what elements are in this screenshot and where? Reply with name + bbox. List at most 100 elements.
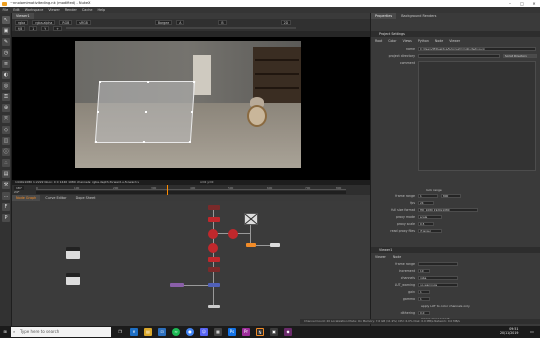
read-proxy-select[interactable]: if larger xyxy=(418,229,442,233)
maximize-button[interactable]: □ xyxy=(516,0,528,7)
discord-icon[interactable]: ☺ xyxy=(200,328,208,336)
frame-range-start[interactable]: 1 xyxy=(418,194,438,198)
script-directory-button[interactable]: Script Directory xyxy=(503,54,537,58)
views-nodes-icon[interactable]: ◫ xyxy=(2,137,10,145)
plugins-icon[interactable]: P xyxy=(2,214,10,222)
input-a-label[interactable]: A xyxy=(176,19,185,25)
timeline-track[interactable] xyxy=(36,191,346,194)
clock[interactable]: 09:51 20/11/2019 xyxy=(500,327,518,335)
proxy-mode-select[interactable]: scale xyxy=(418,215,442,219)
node-d[interactable] xyxy=(208,267,220,272)
input-b-label[interactable]: B xyxy=(218,19,227,25)
subtab-python[interactable]: Python xyxy=(418,39,429,43)
toolsets-icon[interactable]: ⚒ xyxy=(2,181,10,189)
file-explorer-icon[interactable]: ▤ xyxy=(144,328,152,336)
control-point[interactable] xyxy=(142,141,145,143)
tab-properties[interactable]: Properties xyxy=(371,13,397,19)
timeline-ruler[interactable]: 0 100 200 300 400 500 600 700 800 xyxy=(36,186,346,190)
control-point[interactable] xyxy=(144,111,148,113)
control-point[interactable] xyxy=(188,141,191,143)
viewer-prop-field[interactable] xyxy=(418,262,458,266)
control-point[interactable] xyxy=(96,111,100,113)
project-settings-header[interactable]: Project Settings xyxy=(371,31,540,37)
node-graph-panel[interactable]: Node Graph Curve Editor Dope Sheet xyxy=(12,195,370,326)
input-a-select[interactable]: Bargee xyxy=(154,19,173,25)
edge-icon[interactable]: e xyxy=(130,328,138,336)
filter-nodes-icon[interactable]: ◎ xyxy=(2,82,10,90)
node-a[interactable] xyxy=(208,205,220,210)
display-mode-select[interactable]: RGB xyxy=(59,19,73,25)
furnace-nodes-icon[interactable]: F xyxy=(2,203,10,211)
node-purple[interactable] xyxy=(170,283,184,287)
node-b[interactable] xyxy=(208,217,220,222)
merge-node[interactable] xyxy=(208,243,218,253)
tab-node-graph[interactable]: Node Graph xyxy=(12,195,41,201)
subtab-node[interactable]: Node xyxy=(435,39,443,43)
premiere-icon[interactable]: Pr xyxy=(242,328,250,336)
control-point[interactable] xyxy=(99,81,102,83)
subtab-viewer-props[interactable]: Viewer xyxy=(375,255,386,259)
viewer-canvas[interactable] xyxy=(12,37,370,180)
subtab-root[interactable]: Root xyxy=(375,39,382,43)
viewer-prop-checkbox[interactable]: apply LUT to color channels only xyxy=(421,303,539,309)
3d-nodes-icon[interactable]: ◇ xyxy=(2,126,10,134)
viewer-prop-field[interactable]: 0.0 xyxy=(418,311,430,315)
channel-nodes-icon[interactable]: ≡ xyxy=(2,60,10,68)
proxy-scale-field[interactable]: 0.5 xyxy=(418,222,434,226)
zoom-button[interactable]: + xyxy=(53,25,62,31)
control-point[interactable] xyxy=(193,81,196,83)
app-icon[interactable]: ◆ xyxy=(284,328,292,336)
spotify-icon[interactable]: ≈ xyxy=(172,328,180,336)
viewer-prop-field[interactable]: 1 xyxy=(418,297,430,301)
tab-curve-editor[interactable]: Curve Editor xyxy=(41,195,70,201)
viewer-prop-field[interactable]: no warnings xyxy=(418,283,458,287)
color-nodes-icon[interactable]: ◐ xyxy=(2,71,10,79)
keyer-nodes-icon[interactable]: ⚿ xyxy=(2,93,10,101)
metadata-nodes-icon[interactable]: ⓘ xyxy=(2,148,10,156)
task-view-icon[interactable]: ❐ xyxy=(116,328,124,336)
pointer-tool-icon[interactable]: ↖ xyxy=(2,16,10,24)
write-node[interactable] xyxy=(208,305,220,308)
other-nodes-icon[interactable]: … xyxy=(2,192,10,200)
control-point[interactable] xyxy=(94,141,97,143)
scene-node[interactable] xyxy=(246,243,256,247)
merge-nodes-icon[interactable]: ⊕ xyxy=(2,104,10,112)
subtab-views[interactable]: Views xyxy=(403,39,412,43)
viewer-prop-field[interactable]: 10 xyxy=(418,269,430,273)
notifications-icon[interactable]: ▭ xyxy=(528,328,536,336)
timeline[interactable]: 187 24* 0 100 200 300 400 500 600 700 80… xyxy=(12,185,370,195)
store-icon[interactable]: ⊡ xyxy=(158,328,166,336)
chrome-icon[interactable]: ● xyxy=(186,328,194,336)
subtab-color[interactable]: Color xyxy=(388,39,396,43)
tab-background-renders[interactable]: Background Renders xyxy=(397,13,440,19)
app-icon[interactable]: ▣ xyxy=(270,328,278,336)
view-mode-select[interactable]: 2D xyxy=(280,19,292,25)
node-c[interactable] xyxy=(208,257,220,262)
roto-card-overlay[interactable] xyxy=(94,81,196,143)
gain-slider[interactable] xyxy=(65,27,296,29)
transform-nodes-icon[interactable]: ⤧ xyxy=(2,115,10,123)
minimize-button[interactable]: – xyxy=(504,0,516,7)
subtab-viewer[interactable]: Viewer xyxy=(449,39,460,43)
taskbar-search[interactable]: ⌕ Type here to search xyxy=(11,327,111,337)
windows-start-icon[interactable]: ⊞ xyxy=(1,328,9,336)
image-nodes-icon[interactable]: ▣ xyxy=(2,27,10,35)
gamma-toggle[interactable]: Y xyxy=(41,25,50,31)
merge-node[interactable] xyxy=(208,229,218,239)
deep-nodes-icon[interactable]: ▤ xyxy=(2,170,10,178)
control-point[interactable] xyxy=(190,111,194,113)
time-nodes-icon[interactable]: ◷ xyxy=(2,49,10,57)
playhead-marker[interactable] xyxy=(167,185,168,195)
read-node[interactable] xyxy=(66,273,80,285)
viewer-prop-field[interactable]: rgba xyxy=(418,276,458,280)
alpha-channel-select[interactable]: rgba.alpha xyxy=(32,19,56,25)
read-node[interactable] xyxy=(66,247,80,259)
draw-nodes-icon[interactable]: ✎ xyxy=(2,38,10,46)
close-button[interactable]: ✕ xyxy=(528,0,540,7)
viewer-prop-field[interactable]: 1 xyxy=(418,290,430,294)
control-point[interactable] xyxy=(147,81,150,83)
app-icon[interactable]: ▦ xyxy=(214,328,222,336)
project-dir-field[interactable] xyxy=(418,54,500,58)
fstop-field[interactable]: f/8 xyxy=(15,25,26,31)
tab-dope-sheet[interactable]: Dope Sheet xyxy=(72,195,100,201)
